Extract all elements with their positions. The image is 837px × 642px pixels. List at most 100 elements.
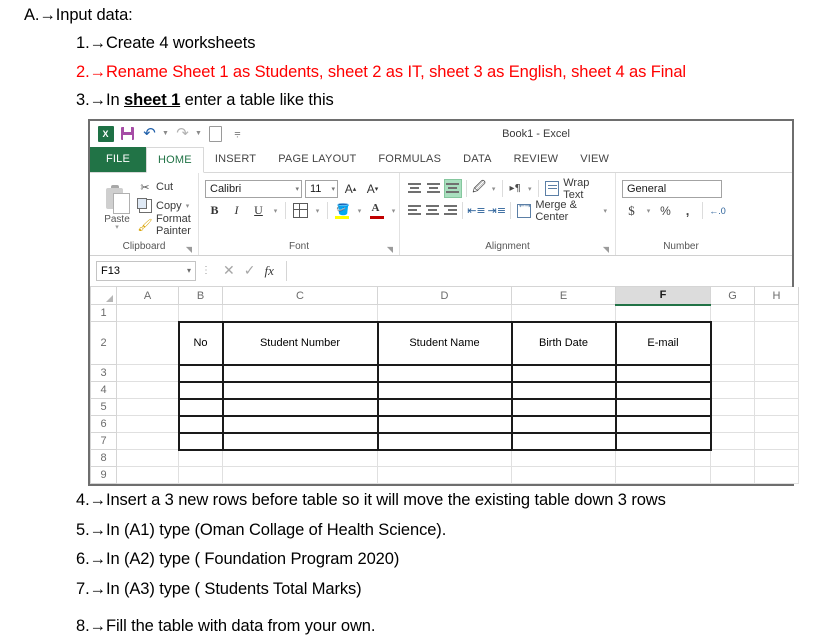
cell-c9[interactable]: [222, 466, 378, 485]
currency-button[interactable]: $: [622, 201, 641, 220]
cell-e9[interactable]: [511, 466, 616, 485]
underline-button[interactable]: U: [249, 201, 268, 220]
cell-e8[interactable]: [511, 449, 616, 468]
cell-c1[interactable]: [222, 304, 378, 323]
bold-button[interactable]: B: [205, 201, 224, 220]
cell-f4[interactable]: [614, 380, 712, 400]
cell-g7[interactable]: [710, 432, 755, 451]
font-name-dropdown-icon[interactable]: ▾: [295, 185, 299, 193]
font-dialog-launcher-icon[interactable]: ◥: [387, 245, 393, 254]
cell-d4[interactable]: [376, 380, 513, 400]
cell-d5[interactable]: [376, 397, 513, 417]
insert-function-icon[interactable]: fx: [264, 263, 273, 279]
column-header-b[interactable]: B: [178, 286, 223, 306]
cell-d7[interactable]: [376, 431, 513, 451]
align-bottom-button[interactable]: [444, 179, 462, 199]
cell-d1[interactable]: [377, 304, 512, 323]
merge-center-button[interactable]: Merge & Center ▾: [515, 199, 609, 223]
increase-font-size-button[interactable]: A ▴: [341, 179, 360, 198]
cell-h1[interactable]: [754, 304, 799, 323]
tab-insert[interactable]: INSERT: [204, 147, 267, 172]
cell-g5[interactable]: [710, 398, 755, 417]
cell-h8[interactable]: [754, 449, 799, 468]
cell-c8[interactable]: [222, 449, 378, 468]
column-header-e[interactable]: E: [511, 286, 616, 306]
cell-g4[interactable]: [710, 381, 755, 400]
customize-qat-icon[interactable]: ⩦: [228, 124, 247, 143]
cell-e5[interactable]: [510, 397, 617, 417]
alignment-dialog-launcher-icon[interactable]: ◥: [603, 245, 609, 254]
cell-d9[interactable]: [377, 466, 512, 485]
cell-c5[interactable]: [221, 397, 379, 417]
copy-dropdown-icon[interactable]: ▾: [186, 202, 190, 210]
paste-button[interactable]: Paste ▾: [96, 176, 138, 241]
cancel-entry-icon[interactable]: ✕: [223, 263, 235, 279]
align-right-button[interactable]: [442, 201, 458, 220]
cell-b4[interactable]: [177, 380, 224, 400]
select-all-corner[interactable]: [90, 286, 117, 306]
borders-button[interactable]: [291, 201, 310, 220]
align-middle-button[interactable]: [425, 179, 442, 198]
row-header-1[interactable]: 1: [90, 304, 117, 323]
row-header-3[interactable]: 3: [90, 364, 117, 383]
cell-e2-birth-date[interactable]: Birth Date: [510, 320, 617, 366]
cell-h7[interactable]: [754, 432, 799, 451]
comma-style-button[interactable]: ,: [678, 201, 697, 220]
cell-g6[interactable]: [710, 415, 755, 434]
font-size-combo[interactable]: 11 ▾: [305, 179, 338, 198]
cell-g2[interactable]: [710, 321, 755, 366]
number-format-combo[interactable]: General: [622, 179, 722, 198]
align-top-button[interactable]: [406, 179, 423, 198]
row-header-4[interactable]: 4: [90, 381, 117, 400]
paste-dropdown-icon[interactable]: ▾: [115, 224, 119, 231]
clipboard-dialog-launcher-icon[interactable]: ◥: [186, 245, 192, 254]
cell-b6[interactable]: [177, 414, 224, 434]
cell-a6[interactable]: [116, 415, 179, 434]
font-name-combo[interactable]: Calibri ▾: [205, 179, 302, 198]
cell-h9[interactable]: [754, 466, 799, 485]
row-header-7[interactable]: 7: [90, 432, 117, 451]
cut-button[interactable]: ✂ Cut: [138, 178, 192, 197]
cell-f5[interactable]: [614, 397, 712, 417]
row-header-8[interactable]: 8: [90, 449, 117, 468]
format-painter-button[interactable]: 🖌 Format Painter: [137, 213, 192, 237]
orientation-dropdown-icon[interactable]: ▾: [490, 179, 498, 198]
column-header-g[interactable]: G: [710, 286, 755, 306]
save-icon[interactable]: [118, 124, 137, 143]
percent-button[interactable]: %: [656, 201, 675, 220]
cell-d3[interactable]: [376, 363, 513, 383]
cell-g8[interactable]: [710, 449, 755, 468]
decrease-indent-button[interactable]: ⇤≡: [467, 201, 485, 220]
font-color-button[interactable]: A: [367, 201, 386, 220]
tab-formulas[interactable]: FORMULAS: [367, 147, 452, 172]
cell-h4[interactable]: [754, 381, 799, 400]
formula-bar-handle[interactable]: ⋮: [201, 265, 211, 276]
cell-a8[interactable]: [116, 449, 179, 468]
cell-c3[interactable]: [221, 363, 379, 383]
column-header-f[interactable]: F: [615, 286, 711, 306]
undo-icon[interactable]: ↶: [140, 124, 159, 143]
font-size-dropdown-icon[interactable]: ▾: [331, 185, 335, 193]
italic-button[interactable]: I: [227, 201, 246, 220]
cell-a9[interactable]: [116, 466, 179, 485]
borders-dropdown-icon[interactable]: ▾: [313, 201, 322, 220]
cell-e1[interactable]: [511, 304, 616, 323]
cell-d6[interactable]: [376, 414, 513, 434]
cell-f8[interactable]: [615, 449, 711, 468]
cell-b7[interactable]: [177, 431, 224, 451]
cell-a3[interactable]: [116, 364, 179, 383]
row-header-5[interactable]: 5: [90, 398, 117, 417]
cell-a1[interactable]: [116, 304, 179, 323]
row-header-2[interactable]: 2: [90, 321, 117, 366]
cell-g3[interactable]: [710, 364, 755, 383]
redo-dropdown-icon[interactable]: ▼: [195, 124, 203, 143]
cell-a5[interactable]: [116, 398, 179, 417]
cell-b9[interactable]: [178, 466, 223, 485]
currency-dropdown-icon[interactable]: ▾: [644, 201, 653, 220]
new-file-icon[interactable]: [206, 124, 225, 143]
tab-view[interactable]: VIEW: [569, 147, 620, 172]
formula-input[interactable]: [285, 260, 786, 281]
column-header-d[interactable]: D: [377, 286, 512, 306]
cell-c7[interactable]: [221, 431, 379, 451]
cell-f3[interactable]: [614, 363, 712, 383]
